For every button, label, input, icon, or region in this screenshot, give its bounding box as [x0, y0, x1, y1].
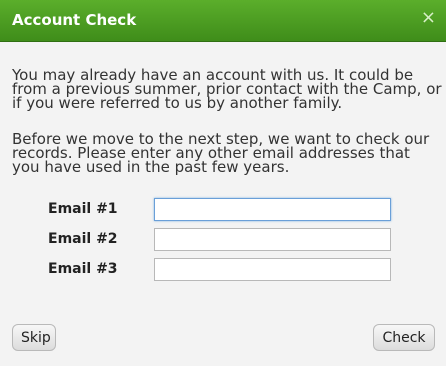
close-icon[interactable]: ×: [421, 9, 436, 27]
email-row-2: Email #2: [0, 228, 446, 252]
dialog-titlebar: Account Check ×: [0, 0, 446, 42]
dialog-title: Account Check: [12, 11, 137, 29]
email-2-label: Email #2: [48, 231, 118, 247]
email-1-input[interactable]: [154, 198, 391, 221]
email-row-1: Email #1: [0, 198, 446, 222]
check-button[interactable]: Check: [373, 324, 435, 351]
skip-button[interactable]: Skip: [12, 324, 56, 351]
intro-paragraph: You may already have an account with us.…: [12, 66, 442, 112]
dialog-body: You may already have an account with us.…: [0, 42, 446, 366]
instruction-paragraph: Before we move to the next step, we want…: [12, 130, 430, 176]
account-check-dialog: Account Check × You may already have an …: [0, 0, 446, 366]
email-3-label: Email #3: [48, 261, 118, 277]
email-2-input[interactable]: [154, 228, 391, 251]
email-row-3: Email #3: [0, 258, 446, 282]
email-3-input[interactable]: [154, 258, 391, 281]
email-1-label: Email #1: [48, 201, 118, 217]
